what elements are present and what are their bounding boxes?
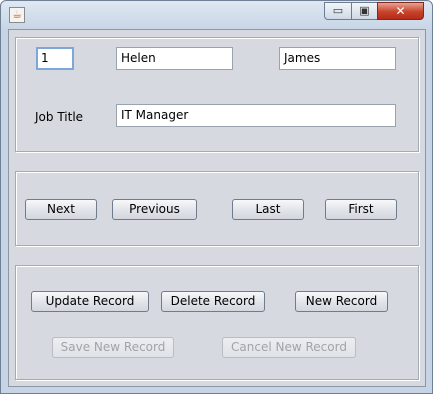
next-button[interactable]: Next (25, 199, 97, 220)
job-title-field[interactable]: IT Manager (116, 104, 396, 127)
job-title-label: Job Title (35, 110, 84, 124)
minimize-button[interactable]: ▭ (324, 2, 352, 20)
previous-button[interactable]: Previous (112, 199, 197, 220)
first-name-field[interactable]: Helen (116, 47, 233, 70)
title-bar[interactable]: ☕ ▭ ▣ ✕ (1, 1, 432, 29)
navigation-panel: Next Previous Last First (15, 171, 419, 246)
cancel-new-record-button[interactable]: Cancel New Record (222, 337, 356, 358)
last-name-field[interactable]: James (279, 47, 396, 70)
update-record-button[interactable]: Update Record (31, 291, 149, 312)
actions-panel: Update Record Delete Record New Record S… (15, 265, 419, 380)
save-new-record-button[interactable]: Save New Record (52, 337, 174, 358)
new-record-button[interactable]: New Record (295, 291, 388, 312)
delete-record-button[interactable]: Delete Record (161, 291, 265, 312)
close-button[interactable]: ✕ (377, 2, 424, 20)
maximize-button[interactable]: ▣ (351, 2, 378, 20)
last-button[interactable]: Last (232, 199, 304, 220)
app-window: ☕ ▭ ▣ ✕ 1 Helen James Job Title IT Manag… (0, 0, 433, 394)
java-cup-icon: ☕ (9, 7, 25, 23)
id-field[interactable]: 1 (36, 47, 74, 70)
first-button[interactable]: First (325, 199, 397, 220)
record-panel: 1 Helen James Job Title IT Manager (15, 37, 419, 152)
content-pane: 1 Helen James Job Title IT Manager Next … (8, 29, 426, 387)
